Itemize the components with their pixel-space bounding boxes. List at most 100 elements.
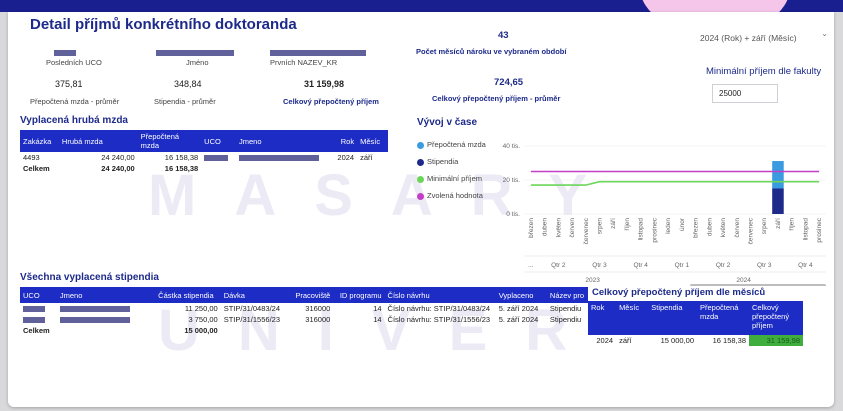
x-tick-label: květen [720,218,727,238]
col-pracoviste[interactable]: Pracoviště [288,287,334,303]
col-celkovy-prijem[interactable]: Celkový přepočtený příjem [749,301,803,335]
monthly-header-row: Rok Měsíc Stipendia Přepočtená mzda Celk… [588,301,803,335]
col-jmeno[interactable]: Jmeno [56,287,156,303]
stipends-total-row: Celkem 15 000,00 [20,325,590,336]
cell-prepoctena-mzda: 16 158,38 [712,336,746,345]
cell-stipendia: 15 000,00 [660,336,694,345]
col-cislo-navrhu[interactable]: Číslo návrhu [384,287,496,303]
cell-castka: 11 250,00 [184,304,218,313]
col-vyplaceno[interactable]: Vyplaceno [495,287,547,303]
col-prepoctena-mzda[interactable]: Přepočtená mzda [697,301,749,335]
table-row[interactable]: 4493 24 240,00 16 158,38 2024 září [20,152,388,163]
col-hruba-mzda[interactable]: Hrubá mzda [58,130,138,152]
quarter-label: Qtr 4 [798,262,813,269]
col-uco[interactable]: UCO [201,130,237,152]
legend-item-prepoctena[interactable]: Přepočtená mzda [417,136,486,153]
cell-mesic: září [619,336,632,345]
wages-total-row: Celkem 24 240,00 16 158,38 [20,163,388,174]
nazev-label: Prvních NAZEV_KR [270,58,338,67]
cell-cislo-navrhu: Číslo návrhu: STIP/31/1556/23 [387,315,491,324]
col-stipendia[interactable]: Stipendia [648,301,697,335]
jmeno-label: Jméno [186,58,209,67]
col-davka[interactable]: Dávka [220,287,289,303]
total-prepoctena: 16 158,38 [164,164,199,173]
legend-item-minimalni[interactable]: Minimální příjem [417,170,486,187]
x-tick-label: duben [542,218,549,236]
cell-uco-redacted [20,314,57,325]
table-row[interactable]: 2024 září 15 000,00 16 158,38 31 159,98 [588,335,803,346]
col-mesic[interactable]: Měsíc [357,130,388,152]
table-row[interactable]: 3 750,00 STIP/31/1556/23 316000 14 Číslo… [20,314,590,325]
total-label: Celkem [23,164,50,173]
uco-label: Posledních UCO [46,58,102,67]
time-chart[interactable]: 40 tis. 20 tis. 0 tis. březen duben květen čer… [486,134,830,286]
cell-castka: 3 750,00 [188,315,218,324]
stipendia-avg-value: 348,84 [174,79,202,89]
cell-vyplaceno: 5. září 2024 [498,304,539,313]
stipends-title: Všechna vyplacená stipendia [20,272,159,283]
cell-uco-redacted [201,152,236,163]
total-hruba: 24 240,00 [101,164,135,173]
cell-davka: STIP/31/1556/23 [223,315,280,324]
cell-jmeno-redacted [57,314,155,325]
mzda-avg-value: 375,81 [55,79,83,89]
stipends-header-row: UCO Jmeno Částka stipendia Dávka Pracovi… [20,287,590,303]
months-label: Počet měsíců nároku ve vybraném období [416,47,567,56]
cell-jmeno-redacted [57,303,155,314]
col-rok[interactable]: Rok [588,301,617,335]
year-label: 2023 [585,277,600,284]
quarter-label: Qtr 3 [592,262,607,269]
chart-legend: Přepočtená mzda Stipendia Minimální příj… [417,136,486,204]
cell-davka: STIP/31/0483/24 [223,304,280,313]
quarter-label: Qtr 2 [551,262,566,269]
chevron-down-icon[interactable]: ⌄ [821,29,828,38]
y-tick-label: 40 tis. [503,143,521,150]
quarter-label: Qtr 3 [757,262,772,269]
cell-prepoctena: 16 158,38 [164,153,199,162]
x-tick-label: srpen [597,218,604,235]
page-title: Detail příjmů konkrétního doktoranda [30,16,297,33]
col-jmeno[interactable]: Jmeno [236,130,331,152]
x-tick-label: červen [569,218,576,238]
col-prepoctena-mzda[interactable]: Přepočtená mzda [137,130,202,152]
col-castka[interactable]: Částka stipendia [155,287,221,303]
quarter-label: Qtr 1 [675,262,690,269]
col-mesic[interactable]: Měsíc [616,301,649,335]
legend-item-stipendia[interactable]: Stipendia [417,153,486,170]
report-canvas: MASARY UNIVERZ Detail příjmů konkrétního… [8,12,834,407]
legend-swatch-icon [417,158,424,166]
period-slicer-value: 2024 (Rok) + září (Měsíc) [700,33,797,43]
x-tick-label: květen [555,218,562,238]
bar-stipendia [772,188,784,214]
legend-swatch-icon [417,192,424,200]
table-row[interactable]: 11 250,00 STIP/31/0483/24 316000 14 Čísl… [20,303,590,314]
chart-title: Vývoj v čase [417,117,478,128]
stipends-table: UCO Jmeno Částka stipendia Dávka Pracovi… [20,287,590,336]
cell-pracoviste: 316000 [305,304,331,313]
cell-celkovy-prijem: 31 159,98 [749,335,803,346]
legend-item-zvolena[interactable]: Zvolená hodnota [417,187,486,204]
x-tick-label: říjen [624,218,631,231]
col-rok[interactable]: Rok [330,130,358,152]
quarter-label: Qtr 2 [716,262,731,269]
col-zakazka[interactable]: Zakázka [20,130,59,152]
x-tick-label: červenec [583,217,590,244]
col-id-programu[interactable]: ID programu [333,287,385,303]
stipendia-avg-label: Stipendia - průměr [154,97,216,106]
legend-swatch-icon [417,175,424,183]
period-slicer[interactable]: 2024 (Rok) + září (Měsíc) ⌄ [700,28,828,44]
wages-table: Zakázka Hrubá mzda Přepočtená mzda UCO J… [20,130,388,174]
x-tick-label: listopad [638,218,645,241]
mzda-avg-label: Přepočtená mzda - průměr [30,97,120,106]
min-income-input[interactable]: 25000 [712,84,778,103]
cell-cislo-navrhu: Číslo návrhu: STIP/31/0483/24 [387,304,491,313]
x-tick-label: srpen [761,218,768,235]
cell-hruba: 24 240,00 [101,153,135,162]
x-tick-label: leden [665,218,672,234]
y-tick-label: 20 tis. [503,177,521,184]
col-nazev[interactable]: Název pro [546,287,590,303]
col-uco[interactable]: UCO [20,287,57,303]
cell-nazev: Stipendiu [549,315,582,324]
chart-scrollbar [690,284,826,286]
monthly-panel: Celkový přepočtený příjem dle měsíců Rok… [588,287,808,362]
